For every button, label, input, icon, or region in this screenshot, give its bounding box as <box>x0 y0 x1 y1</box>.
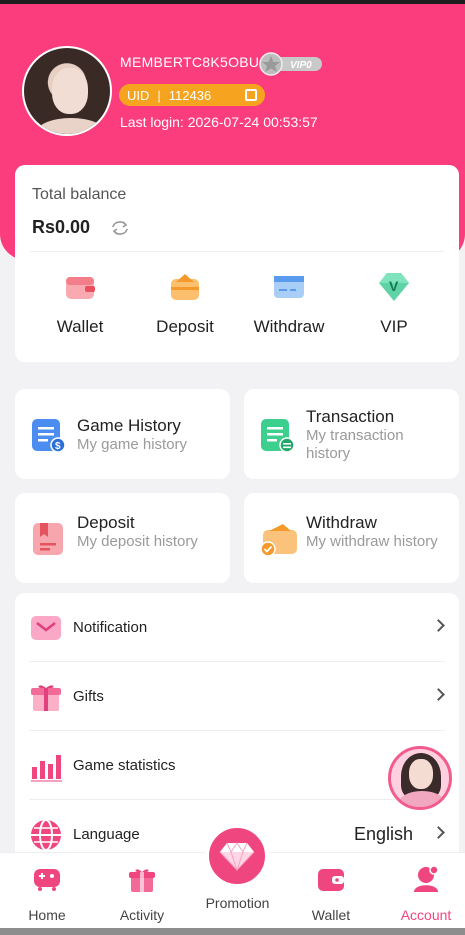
tab-wallet[interactable]: Wallet <box>291 865 371 923</box>
quick-action-vip[interactable]: V VIP <box>349 270 439 337</box>
menu-label: Notification <box>73 619 148 636</box>
deposit-icon <box>171 274 199 300</box>
diamond-icon <box>219 842 255 871</box>
gift-icon <box>31 685 61 711</box>
deposit-history-icon <box>33 523 63 555</box>
uid-value: 112436 <box>168 87 212 103</box>
quick-action-label: Deposit <box>156 317 214 336</box>
tab-label: Promotion <box>205 895 270 911</box>
quick-action-deposit[interactable]: Deposit <box>140 270 230 337</box>
notification-icon <box>31 616 61 640</box>
menu-label: Game statistics <box>73 757 176 774</box>
language-icon <box>31 819 61 851</box>
chevron-right-icon <box>432 688 445 701</box>
game-history-icon: $ <box>32 419 66 453</box>
tab-account[interactable]: Account <box>386 865 465 923</box>
balance-divider <box>30 251 444 252</box>
transaction-card[interactable]: Transaction My transaction history <box>244 389 459 479</box>
quick-action-label: Withdraw <box>253 317 325 336</box>
game-history-card[interactable]: $ Game History My game history <box>15 389 230 479</box>
tab-promotion[interactable] <box>205 824 269 888</box>
card-title: Deposit <box>77 513 135 532</box>
balance-label: Total balance <box>32 186 127 203</box>
deposit-history-card[interactable]: Deposit My deposit history <box>15 493 230 583</box>
menu-label: Language <box>73 826 140 843</box>
last-login: Last login: 2026-07-24 00:53:57 <box>120 114 318 130</box>
uid-pill: UID | 112436 <box>119 84 265 106</box>
wallet-tab-icon <box>318 869 344 891</box>
tab-label: Wallet <box>311 907 351 923</box>
transaction-icon <box>261 419 295 453</box>
withdraw-icon <box>274 276 304 298</box>
menu-label: Gifts <box>73 688 104 705</box>
home-icon <box>34 869 60 891</box>
vip-badge-text: VIP0 <box>290 60 312 71</box>
withdraw-history-card[interactable]: Withdraw My withdraw history <box>244 493 459 583</box>
tab-label: Account <box>400 907 452 923</box>
card-title: Game History <box>77 416 181 435</box>
balance-value: Rs0.00 <box>32 217 91 237</box>
uid-label: UID <box>127 87 150 103</box>
tab-activity[interactable]: Activity <box>102 865 182 923</box>
svg-text:V: V <box>389 278 399 294</box>
vip-icon: V <box>379 273 409 301</box>
card-subtitle: My game history <box>77 436 188 453</box>
navigation-bar <box>0 928 465 935</box>
avatar-shoulders <box>36 118 106 134</box>
account-icon <box>414 865 439 892</box>
svg-text:$: $ <box>55 441 61 452</box>
card-subtitle: My deposit history <box>77 533 198 550</box>
tab-home[interactable]: Home <box>7 865 87 923</box>
avatar-face <box>52 68 88 114</box>
card-title: Withdraw <box>306 513 377 532</box>
balance-card: Total balance Rs0.00 Wallet Deposit With… <box>15 165 459 362</box>
withdraw-history-icon <box>260 524 297 557</box>
language-value: English <box>353 824 413 844</box>
menu-item-gifts[interactable]: Gifts <box>15 662 459 731</box>
customer-service-avatar[interactable] <box>388 746 452 810</box>
uid-separator: | <box>157 87 161 103</box>
tab-label: Home <box>28 907 66 923</box>
wallet-icon <box>66 277 95 299</box>
settings-menu: Notification Gifts Game statistics Langu… <box>15 593 459 863</box>
menu-item-notification[interactable]: Notification <box>15 593 459 662</box>
refresh-icon[interactable] <box>110 219 130 237</box>
username: MEMBERTC8K5OBU <box>120 54 260 70</box>
quick-action-label: Wallet <box>56 317 104 336</box>
avatar-face <box>409 759 433 789</box>
chevron-right-icon <box>432 826 445 839</box>
activity-icon <box>129 869 155 892</box>
quick-action-wallet[interactable]: Wallet <box>35 270 125 337</box>
tab-label: Activity <box>119 907 165 923</box>
card-subtitle: My transaction history <box>306 427 404 462</box>
statistics-icon <box>31 755 62 782</box>
user-avatar[interactable] <box>22 46 112 136</box>
copy-icon[interactable] <box>245 89 257 101</box>
quick-action-label: VIP <box>380 317 408 336</box>
quick-action-withdraw[interactable]: Withdraw <box>244 270 334 337</box>
card-title: Transaction <box>306 407 395 426</box>
vip-badge-icon: VIP0 <box>259 52 322 76</box>
chevron-right-icon <box>432 619 445 632</box>
card-subtitle: My withdraw history <box>306 533 438 550</box>
